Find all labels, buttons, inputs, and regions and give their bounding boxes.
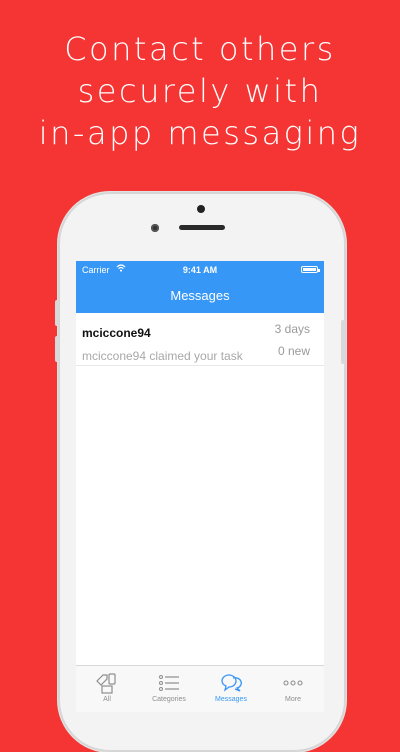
nav-title: Messages [170,288,230,303]
status-time: 9:41 AM [182,265,218,275]
tab-more-label: More [285,696,301,703]
list-icon [138,672,200,694]
battery-icon [301,266,320,273]
front-camera [197,205,205,213]
earpiece-speaker [179,225,225,230]
tab-bar: All Categories Messages More [76,665,324,712]
headline-line-2: securely with [77,72,323,110]
message-sender: mciccone94 [82,326,151,340]
headline-line-1: Contact others [64,30,336,68]
tab-more[interactable]: More [262,666,324,712]
chat-bubbles-icon [200,672,262,694]
tab-categories-label: Categories [152,696,186,703]
message-preview: mciccone94 claimed your task [82,349,243,363]
message-new-count: 0 new [277,344,310,358]
nav-bar: Messages [76,279,324,313]
tag-icon [76,672,138,694]
headline: Contact others securely with in-app mess… [0,28,400,154]
message-time: 3 days [274,322,310,336]
message-row[interactable]: mciccone94 3 days mciccone94 claimed you… [76,313,324,366]
power-button [341,320,345,364]
tab-messages[interactable]: Messages [200,666,262,712]
headline-line-3: in-app messaging [38,114,362,152]
more-dots-icon [262,672,324,694]
tab-messages-label: Messages [215,696,247,703]
status-bar: Carrier 9:41 AM [76,261,324,279]
app-screen: Carrier 9:41 AM Messages mciccone94 3 da… [76,261,324,712]
tab-all[interactable]: All [76,666,138,712]
volume-down-button [55,336,59,362]
tab-categories[interactable]: Categories [138,666,200,712]
volume-up-button [55,300,59,326]
tab-all-label: All [103,696,111,703]
proximity-sensor [151,224,159,232]
